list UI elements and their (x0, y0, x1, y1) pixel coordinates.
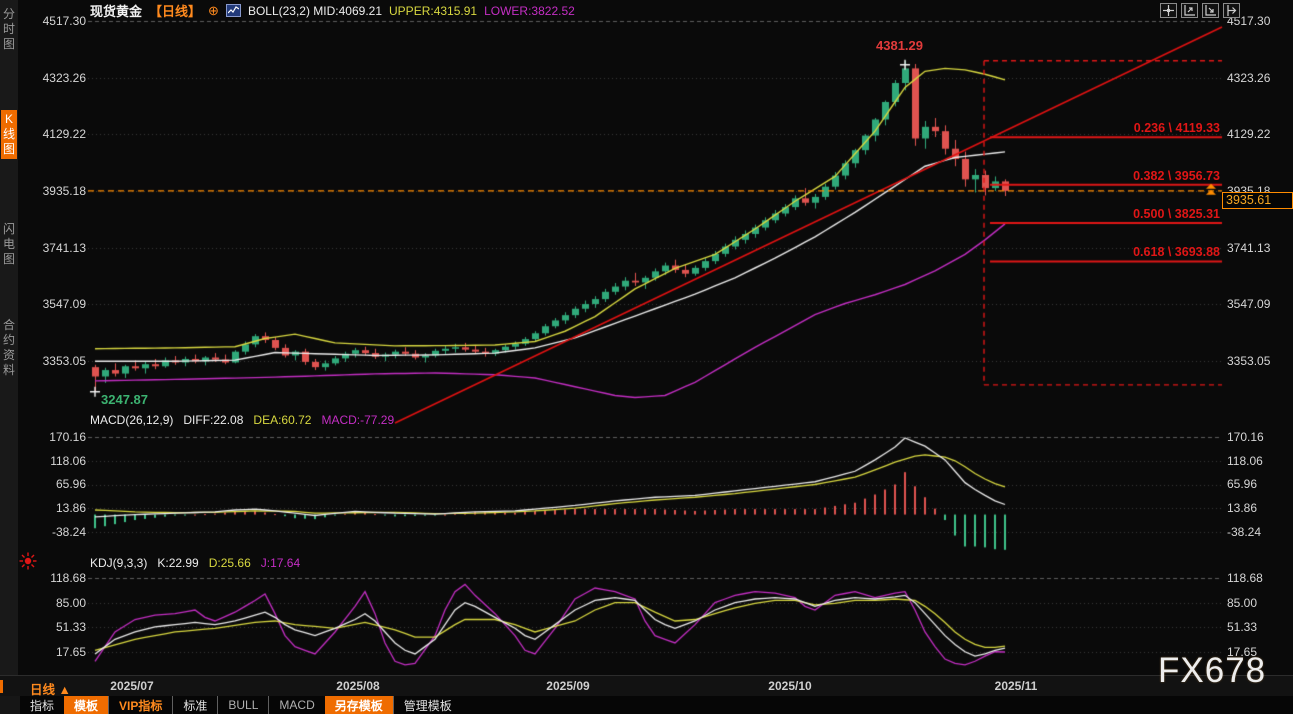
chart-canvas[interactable] (0, 0, 1293, 714)
kdj-d-value: D:25.66 (209, 556, 251, 570)
macd-axis-tick: 65.96 (26, 477, 86, 491)
macd-params: MACD(26,12,9) (90, 413, 173, 427)
high-price-label: 4381.29 (876, 38, 986, 53)
fit-right-axis-icon[interactable] (1202, 3, 1219, 18)
kdj-axis-tick: 85.00 (26, 596, 86, 610)
y-axis-tick: 3741.13 (26, 241, 86, 255)
symbol-name: 现货黄金 (90, 1, 142, 20)
macd-axis-tick: -38.24 (1227, 525, 1289, 539)
macd-diff-value: DIFF:22.08 (183, 413, 243, 427)
y-axis-tick: 3935.18 (26, 184, 86, 198)
kdj-axis-tick: 51.33 (1227, 620, 1289, 634)
y-axis-tick: 3353.05 (1227, 354, 1289, 368)
sidebar-item-flash[interactable]: 闪电图 (1, 220, 17, 269)
period-tag: 【日线】 (149, 1, 201, 20)
sidebar-item-contract-info[interactable]: 合约资料 (1, 316, 17, 380)
kdj-axis-tick: 118.68 (1227, 571, 1289, 585)
period-corner-bar (0, 680, 3, 693)
kdj-axis-tick: 51.33 (26, 620, 86, 634)
kdj-k-value: K:22.99 (157, 556, 198, 570)
tab-save-template[interactable]: 另存模板 (325, 696, 393, 714)
y-axis-tick: 4129.22 (26, 127, 86, 141)
macd-axis-tick: 13.86 (26, 501, 86, 515)
kdj-params: KDJ(9,3,3) (90, 556, 147, 570)
fib-level-label: 0.500 \ 3825.31 (1073, 207, 1220, 221)
macd-axis-tick: 170.16 (26, 430, 86, 444)
trading-app: 分时图 K线图 闪电图 合约资料 现货黄金 【日线】 ⊕ BOLL(23,2) … (0, 0, 1293, 714)
x-axis-tick: 2025/10 (755, 679, 825, 693)
macd-axis-tick: 118.06 (1227, 454, 1289, 468)
starburst-icon (19, 552, 37, 570)
crosshair-icon[interactable] (1160, 3, 1177, 18)
fx678-watermark: FX678 (1158, 651, 1266, 691)
boll-upper-label: UPPER:4315.91 (389, 4, 477, 18)
boll-lower-label: LOWER:3822.52 (484, 4, 575, 18)
macd-axis-tick: -38.24 (26, 525, 86, 539)
tab-bull[interactable]: BULL (217, 696, 268, 714)
x-axis-tick: 2025/09 (533, 679, 603, 693)
tab-macd[interactable]: MACD (268, 696, 324, 714)
kdj-axis-tick: 118.68 (26, 571, 86, 585)
tab-indicator[interactable]: 指标 (20, 696, 64, 714)
macd-macd-value: MACD:-77.29 (321, 413, 394, 427)
y-axis-tick: 3741.13 (1227, 241, 1289, 255)
x-axis-tick: 2025/07 (97, 679, 167, 693)
pan-right-icon[interactable] (1223, 3, 1240, 18)
macd-dea-value: DEA:60.72 (253, 413, 311, 427)
kdj-header: KDJ(9,3,3) K:22.99 D:25.66 J:17.64 (90, 556, 300, 570)
y-axis-tick: 4517.30 (26, 14, 86, 28)
y-axis-tick: 4323.26 (26, 71, 86, 85)
boll-indicator-label: BOLL(23,2) MID:4069.21 (248, 4, 382, 18)
kdj-axis-tick: 85.00 (1227, 596, 1289, 610)
mini-chart-icon (226, 4, 241, 17)
last-price-tag: 3935.61 (1222, 192, 1293, 209)
y-axis-tick: 3547.09 (26, 297, 86, 311)
tab-template[interactable]: 模板 (64, 696, 108, 714)
sidebar-item-kline[interactable]: K线图 (1, 110, 17, 159)
chart-toolbar (1160, 3, 1240, 18)
macd-axis-tick: 13.86 (1227, 501, 1289, 515)
sidebar-item-timeline[interactable]: 分时图 (1, 5, 17, 54)
bottom-tab-bar: 指标 模板 VIP指标 标准 BULL MACD 另存模板 管理模板 (0, 696, 1293, 714)
y-axis-tick: 3547.09 (1227, 297, 1289, 311)
x-axis-tick: 2025/11 (981, 679, 1051, 693)
fib-level-label: 0.236 \ 4119.33 (1073, 121, 1220, 135)
kdj-j-value: J:17.64 (261, 556, 300, 570)
x-axis-row: 日线 ▲ 2025/07 2025/08 2025/09 2025/10 202… (0, 675, 1293, 697)
y-axis-tick: 3353.05 (26, 354, 86, 368)
triangle-up-icon: ▲ (59, 683, 71, 697)
circle-plus-icon[interactable]: ⊕ (208, 3, 219, 19)
fib-level-label: 0.618 \ 3693.88 (1073, 245, 1220, 259)
macd-axis-tick: 118.06 (26, 454, 86, 468)
macd-axis-tick: 170.16 (1227, 430, 1289, 444)
tab-standard[interactable]: 标准 (172, 696, 217, 714)
chart-header: 现货黄金 【日线】 ⊕ BOLL(23,2) MID:4069.21 UPPER… (90, 2, 575, 19)
tab-corner (0, 696, 20, 714)
x-axis-tick: 2025/08 (323, 679, 393, 693)
y-axis-tick: 4129.22 (1227, 127, 1289, 141)
tab-vip-indicator[interactable]: VIP指标 (108, 696, 172, 714)
left-sidebar: 分时图 K线图 闪电图 合约资料 (0, 0, 18, 675)
low-price-label: 3247.87 (101, 392, 211, 407)
kdj-axis-tick: 17.65 (26, 645, 86, 659)
fit-left-axis-icon[interactable] (1181, 3, 1198, 18)
tab-manage-template[interactable]: 管理模板 (393, 696, 462, 714)
y-axis-tick: 4323.26 (1227, 71, 1289, 85)
macd-header: MACD(26,12,9) DIFF:22.08 DEA:60.72 MACD:… (90, 413, 394, 427)
macd-axis-tick: 65.96 (1227, 477, 1289, 491)
fib-level-label: 0.382 \ 3956.73 (1073, 169, 1220, 183)
